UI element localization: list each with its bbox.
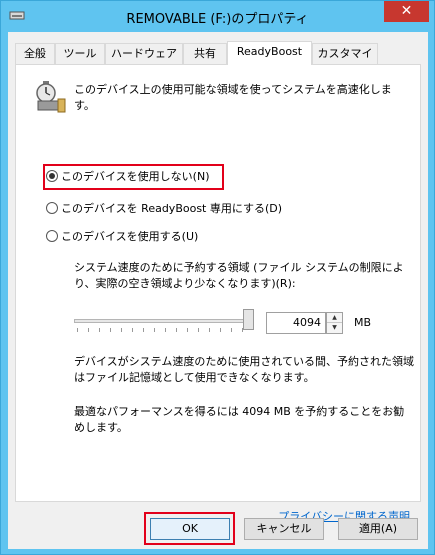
reserve-unit-label: MB [354, 316, 372, 329]
tab-tools[interactable]: ツール [55, 43, 105, 64]
radio-button[interactable] [46, 230, 58, 242]
title-bar[interactable]: REMOVABLE (F:)のプロパティ ✕ [1, 1, 434, 32]
reserve-slider-thumb[interactable] [243, 309, 254, 330]
tab-customize[interactable]: カスタマイズ [312, 43, 378, 79]
cancel-button[interactable]: キャンセル [244, 518, 324, 540]
option-label: このデバイスを使用する(U) [61, 230, 199, 243]
slider-ticks [77, 328, 243, 332]
reserve-size-input[interactable]: 4094 [266, 312, 326, 334]
ok-button[interactable]: OK [150, 518, 230, 540]
spin-down-icon[interactable]: ▼ [327, 323, 342, 333]
readyboost-panel: このデバイス上の使用可能な領域を使ってシステムを高速化します。 このデバイスを使… [15, 64, 421, 523]
properties-window: REMOVABLE (F:)のプロパティ ✕ 全般 ツール ハードウェア 共有 … [0, 0, 435, 555]
close-button[interactable]: ✕ [384, 1, 429, 22]
tab-readyboost[interactable]: ReadyBoost [227, 41, 312, 65]
reserve-space-label: システム速度のために予約する領域 (ファイル システムの制限により、実際の空き領… [74, 261, 404, 290]
tab-strip: 全般 ツール ハードウェア 共有 ReadyBoost カスタマイズ [15, 41, 421, 79]
spin-up-icon[interactable]: ▲ [327, 313, 342, 323]
recommendation-text: 最適なパフォーマンスを得るには 4094 MB を予約することをお勧めします。 [74, 405, 405, 434]
option-dedicate-readyboost[interactable]: このデバイスを ReadyBoost 専用にする(D) [46, 201, 282, 217]
option-label: このデバイスを使用しない(N) [61, 170, 210, 183]
dialog-client-area: 全般 ツール ハードウェア 共有 ReadyBoost カスタマイズ このデバイ… [8, 32, 428, 549]
readyboost-description: このデバイス上の使用可能な領域を使ってシステムを高速化します。 [74, 83, 392, 112]
tab-hardware[interactable]: ハードウェア [105, 43, 183, 64]
apply-button[interactable]: 適用(A) [338, 518, 418, 540]
option-label: このデバイスを ReadyBoost 専用にする(D) [61, 202, 283, 215]
radio-button[interactable] [46, 202, 58, 214]
option-use-device[interactable]: このデバイスを使用する(U) [46, 229, 198, 245]
readyboost-stopwatch-icon [36, 81, 66, 113]
tab-sharing[interactable]: 共有 [183, 43, 227, 64]
option-do-not-use[interactable]: このデバイスを使用しない(N) [46, 169, 209, 185]
window-title: REMOVABLE (F:)のプロパティ [126, 12, 309, 27]
reserve-size-stepper[interactable]: ▲ ▼ [326, 312, 343, 334]
tab-general[interactable]: 全般 [15, 43, 55, 64]
reserve-slider-track[interactable] [74, 319, 254, 323]
radio-button[interactable] [46, 170, 58, 182]
reserve-info-text: デバイスがシステム速度のために使用されている間、予約された領域はファイル記憶域と… [74, 355, 415, 384]
